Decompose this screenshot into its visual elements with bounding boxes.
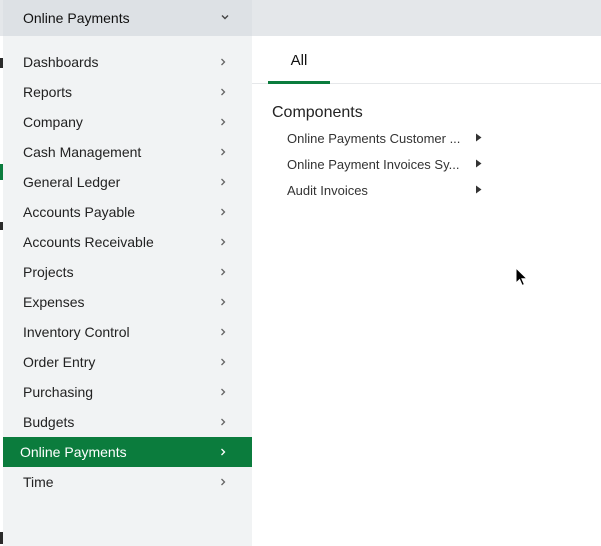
caret-right-icon — [476, 133, 482, 142]
sidebar-item-online-payments[interactable]: Online Payments — [3, 437, 252, 467]
chevron-right-icon — [221, 118, 226, 126]
sidebar-item-order-entry[interactable]: Order Entry — [3, 347, 252, 377]
sidebar-item-general-ledger[interactable]: General Ledger — [3, 167, 252, 197]
sidebar-item-label: Projects — [23, 264, 74, 280]
tab-all-label: All — [290, 51, 308, 69]
chevron-right-icon — [221, 58, 226, 66]
module-menu-button[interactable]: Online Payments — [3, 0, 252, 36]
sidebar-item-accounts-payable[interactable]: Accounts Payable — [3, 197, 252, 227]
sidebar-item-label: Cash Management — [23, 144, 142, 160]
mouse-cursor-icon — [515, 267, 529, 287]
component-item[interactable]: Online Payments Customer ... — [287, 127, 487, 149]
sidebar-item-projects[interactable]: Projects — [3, 257, 252, 287]
sidebar-item-accounts-receivable[interactable]: Accounts Receivable — [3, 227, 252, 257]
section-title: Components — [272, 104, 363, 121]
chevron-right-icon — [221, 388, 226, 396]
chevron-right-icon — [221, 478, 226, 486]
component-item[interactable]: Audit Invoices — [287, 179, 487, 201]
sidebar-item-label: Order Entry — [23, 354, 96, 370]
chevron-right-icon — [221, 328, 226, 336]
sidebar-item-budgets[interactable]: Budgets — [3, 407, 252, 437]
sidebar-item-label: General Ledger — [23, 174, 121, 190]
sidebar-item-label: Expenses — [23, 294, 85, 310]
component-item-label: Online Payments Customer ... — [287, 130, 461, 146]
tab-row: All — [252, 36, 601, 84]
chevron-right-icon — [221, 358, 226, 366]
caret-right-icon — [476, 185, 482, 194]
sidebar-item-label: Purchasing — [23, 384, 94, 400]
top-bar: Online Payments — [0, 0, 601, 36]
module-menu: Dashboards Reports Company Cash Management G… — [3, 36, 252, 546]
sidebar-item-label: Budgets — [23, 414, 75, 430]
component-item-label: Online Payment Invoices Sy... — [287, 156, 460, 172]
sidebar-item-label: Reports — [23, 84, 73, 100]
sidebar-item-purchasing[interactable]: Purchasing — [3, 377, 252, 407]
sidebar-item-label: Company — [23, 114, 83, 130]
sidebar-item-reports[interactable]: Reports — [3, 77, 252, 107]
chevron-right-icon — [221, 238, 226, 246]
chevron-right-icon — [221, 448, 226, 456]
sidebar-item-time[interactable]: Time — [3, 467, 252, 497]
sidebar-item-expenses[interactable]: Expenses — [3, 287, 252, 317]
chevron-right-icon — [221, 298, 226, 306]
sidebar-item-company[interactable]: Company — [3, 107, 252, 137]
sidebar-item-cash-management[interactable]: Cash Management — [3, 137, 252, 167]
sidebar-item-label: Accounts Payable — [23, 204, 136, 220]
chevron-right-icon — [221, 148, 226, 156]
chevron-right-icon — [221, 178, 226, 186]
component-item[interactable]: Online Payment Invoices Sy... — [287, 153, 487, 175]
sidebar-item-label: Time — [23, 474, 54, 490]
module-menu-label: Online Payments — [23, 10, 130, 26]
component-item-label: Audit Invoices — [287, 182, 368, 198]
chevron-right-icon — [221, 418, 226, 426]
sidebar-item-inventory-control[interactable]: Inventory Control — [3, 317, 252, 347]
chevron-down-icon — [221, 15, 229, 20]
caret-right-icon — [476, 159, 482, 168]
chevron-right-icon — [221, 208, 226, 216]
sidebar-item-label: Dashboards — [23, 54, 99, 70]
sidebar-item-label: Inventory Control — [23, 324, 130, 340]
sidebar-item-label: Accounts Receivable — [23, 234, 154, 250]
chevron-right-icon — [221, 88, 226, 96]
chevron-right-icon — [221, 268, 226, 276]
sidebar-item-label: Online Payments — [20, 444, 127, 460]
module-panel: All Components Online Payments Customer … — [252, 36, 601, 546]
tab-all[interactable]: All — [268, 36, 330, 84]
sidebar-item-dashboards[interactable]: Dashboards — [3, 47, 252, 77]
